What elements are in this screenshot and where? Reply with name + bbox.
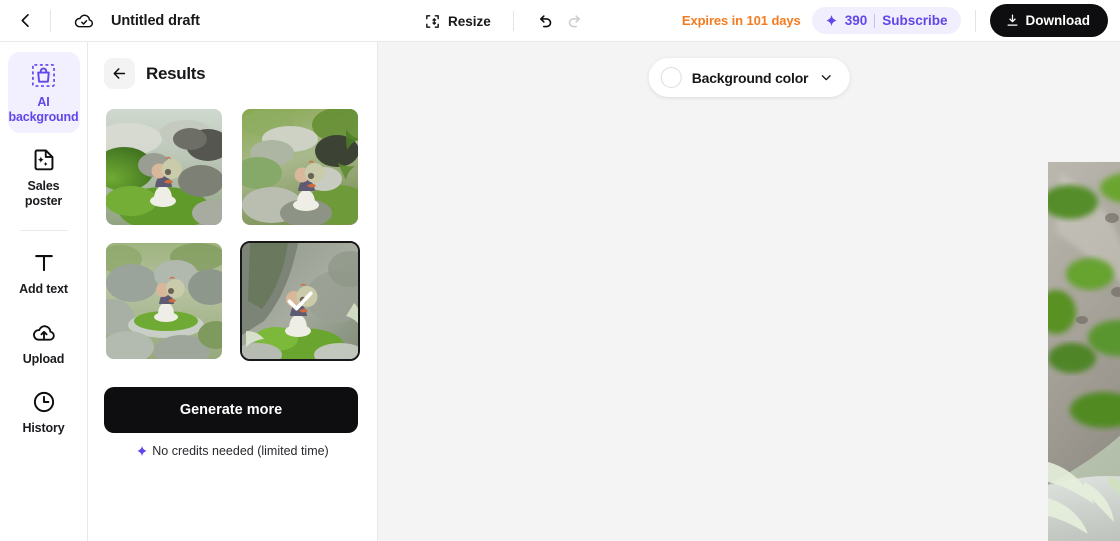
toolbar-divider	[512, 11, 514, 31]
check-icon	[287, 291, 313, 311]
main-body: AI background Sales poster Add text Uplo…	[0, 42, 1120, 541]
left-sidebar: AI background Sales poster Add text Uplo…	[0, 42, 88, 541]
page-title: Results	[146, 63, 206, 83]
sidebar-label-sales-poster: Sales poster	[24, 179, 63, 208]
results-grid	[104, 107, 361, 361]
sales-poster-icon	[34, 149, 53, 171]
download-label: Download	[1025, 13, 1091, 28]
result-thumbnail-1[interactable]	[104, 107, 224, 227]
background-color-dropdown[interactable]: Background color	[648, 58, 850, 97]
generate-note-label: No credits needed (limited time)	[152, 444, 329, 458]
chevron-left-icon	[20, 14, 29, 27]
sidebar-label-history: History	[22, 421, 65, 435]
artboard-image	[1048, 162, 1120, 541]
background-color-label: Background color	[691, 69, 809, 86]
back-button[interactable]	[0, 0, 50, 42]
resize-button[interactable]: Resize	[418, 9, 497, 34]
result-thumbnail-1-image	[106, 109, 222, 225]
artboard[interactable]	[1048, 162, 1120, 541]
generate-more-button[interactable]: Generate more	[104, 387, 358, 433]
results-back-button[interactable]	[104, 58, 135, 89]
download-icon	[1007, 14, 1017, 26]
resize-label: Resize	[448, 13, 491, 29]
toolbar-separator	[50, 9, 51, 32]
sidebar-divider	[19, 230, 68, 231]
sparkle-icon	[137, 445, 147, 457]
app-root: Untitled draft Resize Expires in 101 day…	[0, 0, 1120, 541]
expiry-notice: Expires in 101 days	[681, 13, 801, 28]
sidebar-label-ai-background: AI background	[8, 95, 79, 124]
sidebar-label-upload: Upload	[22, 351, 65, 366]
document-title[interactable]: Untitled draft	[111, 13, 200, 29]
cloud-saved-icon	[74, 14, 93, 27]
credits-separator	[874, 13, 876, 28]
redo-button[interactable]	[560, 6, 590, 36]
result-thumbnail-4[interactable]	[239, 241, 360, 361]
result-thumbnail-3-image	[106, 243, 222, 359]
color-swatch-circle	[660, 67, 682, 88]
top-bar: Untitled draft Resize Expires in 101 day…	[0, 0, 1120, 42]
clock-history-icon	[33, 391, 54, 413]
credits-count: 390	[844, 13, 868, 28]
toolbar-center-group: Resize	[418, 0, 590, 42]
result-thumbnail-3[interactable]	[104, 241, 224, 361]
undo-button[interactable]	[530, 6, 560, 36]
sidebar-item-upload[interactable]: Upload	[8, 310, 80, 376]
sidebar-item-history[interactable]: History	[8, 379, 80, 445]
sidebar-label-add-text: Add text	[19, 282, 68, 296]
arrow-left-icon	[113, 68, 126, 79]
cloud-saved-button[interactable]	[73, 10, 95, 32]
result-thumbnail-2-image	[241, 109, 358, 225]
subscribe-link[interactable]: Subscribe	[882, 13, 947, 28]
credits-badge[interactable]: 390 Subscribe	[811, 7, 961, 34]
resize-icon	[426, 14, 439, 28]
result-selected-check	[242, 243, 358, 359]
upload-cloud-icon	[32, 324, 55, 341]
ai-background-bag-icon	[32, 64, 55, 87]
sparkle-icon	[826, 14, 837, 27]
download-button[interactable]: Download	[989, 4, 1108, 37]
text-t-icon	[34, 255, 53, 272]
undo-icon	[539, 15, 552, 28]
toolbar-right-group: Expires in 101 days 390 Subscribe Downlo…	[682, 4, 1120, 37]
toolbar-divider-right	[974, 9, 976, 32]
generate-note: No credits needed (limited time)	[104, 444, 361, 458]
sidebar-item-sales-poster[interactable]: Sales poster	[8, 137, 80, 217]
sidebar-item-ai-background[interactable]: AI background	[7, 52, 80, 133]
results-panel: Results Generate more No credits needed …	[88, 42, 378, 541]
results-header: Results	[104, 58, 361, 89]
chevron-down-icon	[821, 75, 831, 81]
canvas-area: Background color	[378, 42, 1120, 541]
redo-icon	[568, 15, 580, 28]
sidebar-item-add-text[interactable]: Add text	[8, 240, 80, 306]
result-thumbnail-2[interactable]	[240, 107, 360, 227]
